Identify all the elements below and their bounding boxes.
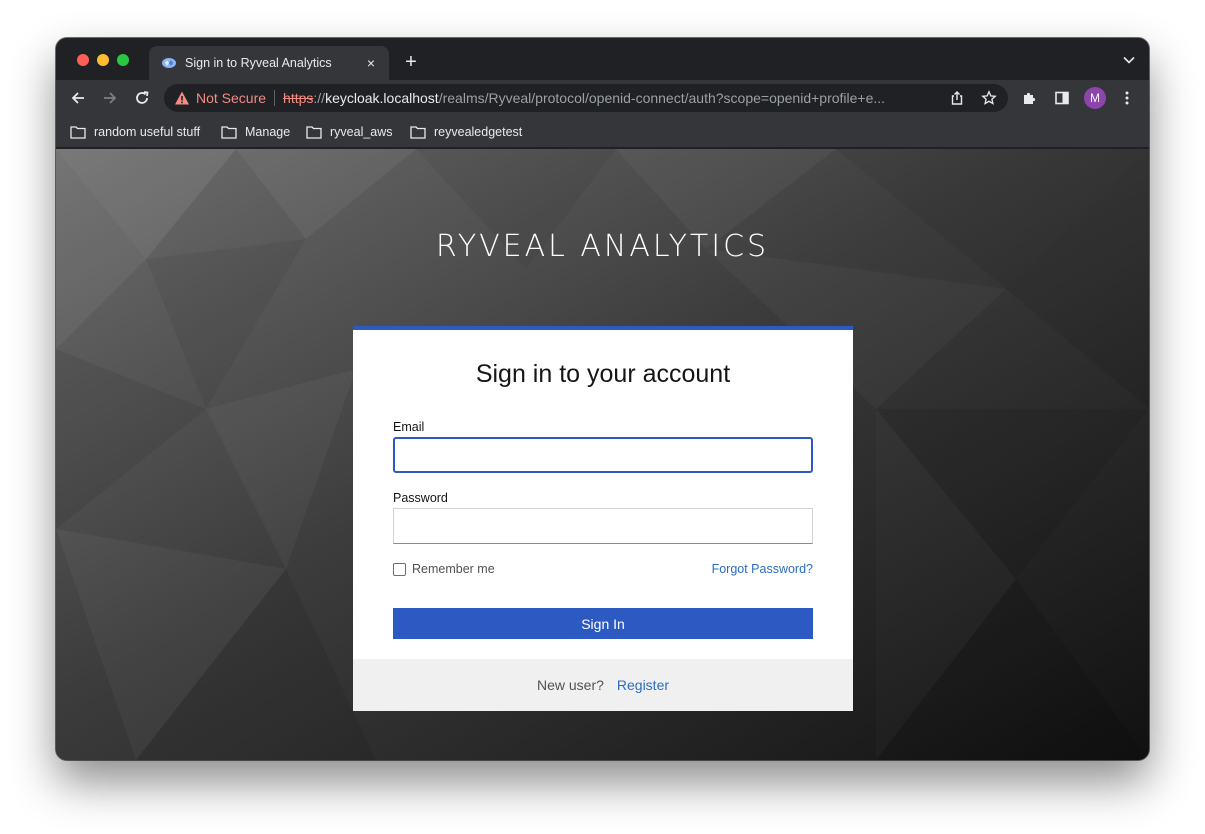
tab-title: Sign in to Ryveal Analytics — [185, 56, 332, 70]
arrow-right-icon — [104, 92, 117, 104]
remember-me-label: Remember me — [412, 562, 495, 576]
bookmark-label: random useful stuff — [94, 125, 201, 139]
puzzle-icon — [1024, 92, 1036, 104]
forgot-password-link[interactable]: Forgot Password? — [712, 562, 813, 576]
browser-toolbar: Not Secure https://keycloak.localhost/re… — [56, 80, 1149, 116]
folder-icon — [70, 126, 86, 139]
login-card: Sign in to your account Email Password R… — [353, 326, 853, 711]
forward-button[interactable] — [100, 88, 120, 108]
address-bar[interactable]: Not Secure https://keycloak.localhost/re… — [164, 84, 1008, 112]
folder-icon — [306, 126, 322, 139]
back-button[interactable] — [68, 88, 88, 108]
warning-icon — [175, 91, 189, 105]
not-secure-label[interactable]: Not Secure — [196, 90, 266, 106]
omnibox-divider — [274, 90, 276, 106]
chevron-down-icon[interactable] — [1123, 54, 1135, 66]
bookmark-label: ryveal_aws — [330, 125, 393, 139]
bookmark-folder-reyvealedgetest[interactable]: reyvealedgetest — [410, 123, 522, 141]
register-link[interactable]: Register — [617, 677, 669, 693]
bookmarks-bar: random useful stuff Manage ryveal_aws re… — [56, 116, 1149, 148]
remember-me-checkbox[interactable] — [393, 562, 406, 576]
url-scheme: https — [283, 90, 314, 106]
side-panel-icon — [1055, 91, 1069, 105]
password-field[interactable] — [393, 508, 813, 544]
url-host: keycloak.localhost — [325, 90, 439, 106]
realm-brand-title: RYVEAL ANALYTICS — [435, 229, 770, 264]
keycloak-icon — [162, 58, 176, 68]
bookmark-folder-ryveal-aws[interactable]: ryveal_aws — [306, 123, 393, 141]
reload-button[interactable] — [132, 88, 152, 108]
email-field[interactable] — [393, 437, 813, 473]
minimize-window-button[interactable] — [97, 54, 109, 66]
register-footer: New user? Register — [353, 659, 853, 711]
side-panel-button[interactable] — [1052, 88, 1072, 108]
browser-window: Sign in to Ryveal Analytics × + Not Secu… — [56, 38, 1149, 760]
login-title: Sign in to your account — [475, 360, 731, 388]
bookmark-folder-manage[interactable]: Manage — [221, 123, 290, 141]
share-icon[interactable] — [949, 90, 965, 106]
tab-active[interactable]: Sign in to Ryveal Analytics × — [149, 46, 389, 80]
url-separator: :// — [313, 90, 326, 106]
folder-icon — [410, 126, 426, 139]
remember-me[interactable]: Remember me — [393, 562, 495, 576]
web-page: RYVEAL ANALYTICS Sign in to your account… — [56, 149, 1149, 760]
url-path: /realms/Ryveal/protocol/openid-connect/a… — [438, 90, 886, 106]
new-tab-button[interactable]: + — [402, 52, 420, 72]
extensions-button[interactable] — [1020, 88, 1040, 108]
sign-in-button[interactable]: Sign In — [393, 608, 813, 639]
arrow-left-icon — [71, 92, 84, 104]
new-user-text: New user? — [536, 677, 604, 693]
email-label: Email — [393, 420, 425, 434]
url-text[interactable]: https://keycloak.localhost/realms/Ryveal… — [283, 90, 933, 106]
folder-icon — [221, 126, 237, 139]
reload-icon — [136, 91, 149, 104]
bookmark-label: reyvealedgetest — [434, 125, 523, 139]
maximize-window-button[interactable] — [117, 54, 129, 66]
more-vert-icon — [1125, 91, 1129, 105]
close-tab-icon[interactable]: × — [363, 55, 379, 71]
menu-button[interactable] — [1117, 88, 1137, 108]
tab-strip: Sign in to Ryveal Analytics × + — [56, 38, 1149, 80]
profile-avatar[interactable]: M — [1084, 87, 1106, 109]
password-label: Password — [393, 491, 448, 505]
bookmark-star-icon[interactable] — [981, 90, 997, 106]
close-window-button[interactable] — [77, 54, 89, 66]
bookmark-label: Manage — [245, 125, 291, 139]
bookmark-folder-random-useful-stuff[interactable]: random useful stuff — [70, 123, 200, 141]
